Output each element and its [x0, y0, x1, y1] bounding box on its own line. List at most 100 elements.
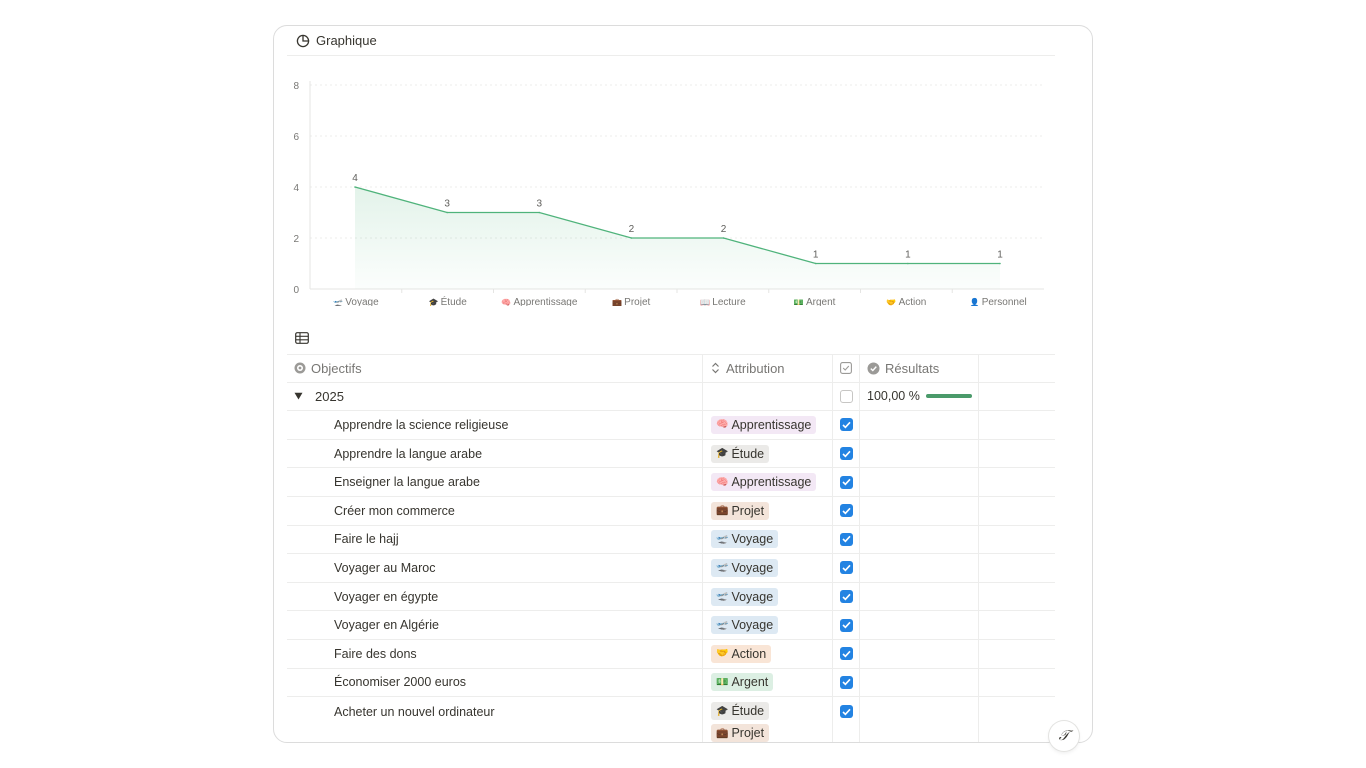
column-header-checkbox[interactable] [833, 355, 860, 382]
done-checkbox-cell[interactable] [833, 525, 860, 554]
attribution-tag[interactable]: 🛫 Voyage [711, 616, 779, 635]
done-checkbox-cell[interactable] [833, 697, 860, 742]
results-cell[interactable] [860, 639, 979, 668]
done-checkbox[interactable] [839, 561, 853, 575]
table-row[interactable]: Faire le hajj 🛫 Voyage [287, 525, 1055, 555]
results-cell[interactable] [860, 668, 979, 697]
attribution-cell[interactable]: 🛫 Voyage [703, 611, 833, 639]
x-tick-text: Lecture [712, 297, 746, 306]
results-cell[interactable] [860, 468, 979, 496]
done-checkbox-cell[interactable] [833, 639, 860, 668]
objective-name[interactable]: Faire le hajj [287, 525, 703, 554]
x-tick-label: 🤝 Action [886, 297, 926, 306]
attribution-tag[interactable]: 🛫 Voyage [711, 530, 779, 549]
column-header-resultats[interactable]: Résultats [860, 355, 979, 382]
objective-name[interactable]: Acheter un nouvel ordinateur [287, 697, 703, 742]
data-point [446, 211, 448, 214]
attribution-tag[interactable]: 💼 Projet [711, 724, 770, 742]
objective-name[interactable]: Économiser 2000 euros [287, 668, 703, 697]
attribution-cell[interactable]: 🤝 Action [703, 639, 833, 668]
done-checkbox[interactable] [839, 447, 853, 461]
table-row[interactable]: Voyager au Maroc 🛫 Voyage [287, 554, 1055, 583]
tag-label: Voyage [731, 532, 774, 547]
attribution-cell[interactable]: 🎓 Étude 💼 Projet [703, 697, 833, 742]
done-checkbox[interactable] [839, 532, 853, 546]
group-toggle[interactable]: 2025 [287, 382, 703, 411]
attribution-cell[interactable]: 🧠 Apprentissage [703, 468, 833, 496]
attribution-tag[interactable]: 💼 Projet [711, 501, 770, 520]
table-row[interactable]: Enseigner la langue arabe 🧠 Apprentissage [287, 468, 1055, 497]
tag-emoji-icon: 🎓 [716, 705, 729, 717]
results-cell[interactable] [860, 525, 979, 554]
done-checkbox[interactable] [839, 590, 853, 604]
attribution-cell[interactable]: 🛫 Voyage [703, 582, 833, 611]
table-row[interactable]: Créer mon commerce 💼 Projet [287, 496, 1055, 526]
objective-name[interactable]: Faire des dons [287, 639, 703, 668]
done-checkbox[interactable] [839, 418, 853, 432]
attribution-tag[interactable]: 🧠 Apprentissage [711, 415, 817, 434]
objective-name[interactable]: Apprendre la science religieuse [287, 411, 703, 439]
results-cell[interactable] [860, 582, 979, 611]
help-button[interactable]: 𝒯 [1049, 721, 1079, 751]
table-row[interactable]: Apprendre la science religieuse 🧠 Apprenti… [287, 411, 1055, 440]
triangle-down-icon[interactable] [294, 392, 303, 400]
objective-name[interactable]: Enseigner la langue arabe [287, 468, 703, 496]
attribution-tag[interactable]: 🧠 Apprentissage [711, 473, 817, 492]
attribution-tag[interactable]: 🤝 Action [711, 644, 772, 663]
attribution-tag[interactable]: 🎓 Étude [711, 702, 770, 721]
attribution-cell[interactable]: 🛫 Voyage [703, 525, 833, 554]
column-label: Résultats [885, 360, 940, 376]
table-view-tab[interactable] [295, 331, 311, 345]
group-progress-bar [925, 394, 972, 399]
results-cell[interactable] [860, 411, 979, 439]
done-checkbox-cell[interactable] [833, 611, 860, 639]
attribution-tag[interactable]: 💵 Argent [711, 673, 774, 692]
objective-name[interactable]: Créer mon commerce [287, 496, 703, 525]
done-checkbox[interactable] [839, 705, 853, 719]
group-checkbox[interactable] [839, 389, 853, 403]
chart-view-header[interactable]: Graphique [287, 26, 1055, 56]
attribution-tag[interactable]: 🛫 Voyage [711, 587, 779, 606]
attribution-cell[interactable]: 💵 Argent [703, 668, 833, 697]
attribution-cell[interactable]: 💼 Projet [703, 496, 833, 525]
table-row[interactable]: Faire des dons 🤝 Action [287, 639, 1055, 669]
done-checkbox[interactable] [839, 675, 853, 689]
table-row[interactable]: Acheter un nouvel ordinateur 🎓 Étude 💼 Proje… [287, 697, 1055, 742]
tag-label: Voyage [731, 560, 774, 575]
attribution-tag[interactable]: 🛫 Voyage [711, 558, 779, 577]
objective-name[interactable]: Voyager en égypte [287, 582, 703, 611]
tag-emoji-icon: 💼 [716, 505, 729, 517]
group-checkbox-cell[interactable] [833, 382, 860, 411]
column-header-attribution[interactable]: Attribution [703, 355, 833, 382]
done-checkbox-cell[interactable] [833, 468, 860, 496]
results-cell[interactable] [860, 611, 979, 639]
done-checkbox[interactable] [839, 504, 853, 518]
objective-name[interactable]: Apprendre la langue arabe [287, 439, 703, 468]
table-row[interactable]: Voyager en égypte 🛫 Voyage [287, 582, 1055, 612]
results-cell[interactable] [860, 496, 979, 525]
objective-name[interactable]: Voyager au Maroc [287, 554, 703, 582]
attribution-cell[interactable]: 🧠 Apprentissage [703, 411, 833, 439]
column-header-objectifs[interactable]: Objectifs [287, 355, 703, 382]
attribution-tag[interactable]: 🎓 Étude [711, 444, 770, 463]
done-checkbox-cell[interactable] [833, 496, 860, 525]
results-cell[interactable] [860, 439, 979, 468]
table-row[interactable]: Apprendre la langue arabe 🎓 Étude [287, 439, 1055, 469]
results-cell[interactable] [860, 697, 979, 742]
line-chart: 0 2 4 6 8 4 3 3 2 2 1 1 1 🛫 Voyage 🎓 Étude 🧠 Apprentiss… [293, 81, 1044, 306]
done-checkbox-cell[interactable] [833, 554, 860, 582]
table-row[interactable]: Voyager en Algérie 🛫 Voyage [287, 611, 1055, 640]
attribution-cell[interactable]: 🛫 Voyage [703, 554, 833, 582]
done-checkbox[interactable] [839, 647, 853, 661]
done-checkbox-cell[interactable] [833, 668, 860, 697]
done-checkbox-cell[interactable] [833, 582, 860, 611]
results-cell[interactable] [860, 554, 979, 582]
attribution-cell[interactable]: 🎓 Étude [703, 439, 833, 468]
done-checkbox-cell[interactable] [833, 411, 860, 439]
done-checkbox-cell[interactable] [833, 439, 860, 468]
table-row[interactable]: Économiser 2000 euros 💵 Argent [287, 668, 1055, 698]
check-icon [841, 679, 851, 686]
objective-name[interactable]: Voyager en Algérie [287, 611, 703, 639]
done-checkbox[interactable] [839, 618, 853, 632]
done-checkbox[interactable] [839, 475, 853, 489]
